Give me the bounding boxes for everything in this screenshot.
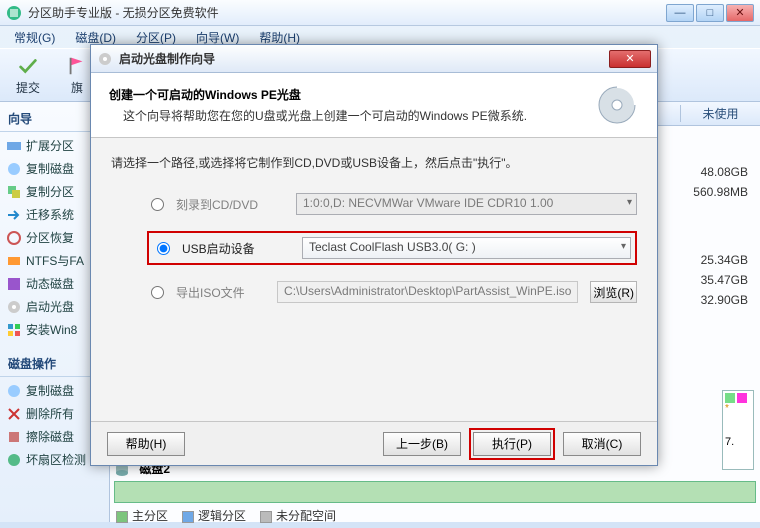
sidebar-item-label: NTFS与FA — [26, 252, 84, 269]
sidebar-item-label: 坏扇区检测 — [26, 451, 86, 468]
radio-iso[interactable] — [151, 286, 164, 299]
maximize-button[interactable]: □ — [696, 4, 724, 22]
legend-unalloc: 未分配空间 — [276, 509, 336, 523]
radio-burn[interactable] — [151, 198, 164, 211]
radio-usb[interactable] — [157, 242, 170, 255]
sidebar-item-label: 安装Win8 — [26, 321, 77, 338]
back-button[interactable]: 上一步(B) — [383, 432, 461, 456]
legend-primary: 主分区 — [132, 509, 168, 523]
option-iso-row: 导出ISO文件 C:\Users\Administrator\Desktop\P… — [111, 281, 637, 303]
sidebar-item-label: 动态磁盘 — [26, 275, 74, 292]
burn-combo[interactable]: 1:0:0,D: NECVMWar VMware IDE CDR10 1.00 … — [296, 193, 637, 215]
copy-part-icon — [6, 184, 22, 200]
radio-burn-label: 刻录到CD/DVD — [176, 196, 284, 213]
main-window: 分区助手专业版 - 无损分区免费软件 — □ ✕ 常规(G) 磁盘(D) 分区(… — [0, 0, 760, 522]
legend-logical-swatch — [182, 511, 194, 523]
wizard-heading: 创建一个可启动的Windows PE光盘 — [109, 86, 585, 103]
sidebar-item-label: 迁移系统 — [26, 206, 74, 223]
chevron-down-icon: ▾ — [621, 241, 626, 252]
app-icon — [6, 5, 22, 21]
sidebar-item-label: 复制分区 — [26, 183, 74, 200]
wizard-title-text: 启动光盘制作向导 — [119, 50, 609, 67]
help-label: 帮助(H) — [126, 435, 167, 452]
execute-button[interactable]: 执行(P) — [473, 432, 551, 456]
wizard-dialog: 启动光盘制作向导 ✕ 创建一个可启动的Windows PE光盘 这个向导将帮助您… — [90, 44, 658, 466]
copy-disk-icon — [6, 383, 22, 399]
help-button[interactable]: 帮助(H) — [107, 432, 185, 456]
wizard-header: 创建一个可启动的Windows PE光盘 这个向导将帮助您在您的U盘或光盘上创建… — [91, 73, 657, 138]
burn-combo-value: 1:0:0,D: NECVMWar VMware IDE CDR10 1.00 — [303, 196, 553, 210]
cancel-label: 取消(C) — [582, 435, 623, 452]
wizard-subheading: 这个向导将帮助您在您的U盘或光盘上创建一个可启动的Windows PE微系统. — [123, 107, 585, 124]
wizard-footer: 帮助(H) 上一步(B) 执行(P) 取消(C) — [91, 421, 657, 465]
option-burn-row: 刻录到CD/DVD 1:0:0,D: NECVMWar VMware IDE C… — [111, 193, 637, 215]
radio-iso-label: 导出ISO文件 — [176, 284, 265, 301]
radio-usb-label: USB启动设备 — [182, 240, 290, 257]
menu-general[interactable]: 常规(G) — [6, 27, 63, 48]
sidebar-item-label: 删除所有 — [26, 405, 74, 422]
checkmark-icon — [17, 55, 39, 77]
execute-label: 执行(P) — [492, 435, 532, 452]
sidebar-item-label: 复制磁盘 — [26, 160, 74, 177]
legend-logical: 逻辑分区 — [198, 509, 246, 523]
option-usb-row: USB启动设备 Teclast CoolFlash USB3.0( G: ) ▾ — [153, 237, 631, 259]
sidebar-item-label: 启动光盘 — [26, 298, 74, 315]
usb-highlight-box: USB启动设备 Teclast CoolFlash USB3.0( G: ) ▾ — [147, 231, 637, 265]
wizard-body: 请选择一个路径,或选择将它制作到CD,DVD或USB设备上，然后点击"执行"。 … — [91, 138, 657, 329]
cancel-button[interactable]: 取消(C) — [563, 432, 641, 456]
migrate-icon — [6, 207, 22, 223]
win-icon — [6, 322, 22, 338]
legend-row: 主分区 逻辑分区 未分配空间 — [114, 503, 756, 528]
extend-icon — [6, 138, 22, 154]
chevron-down-icon: ▾ — [627, 197, 632, 208]
tile-val: 7. — [725, 436, 751, 448]
usb-combo-value: Teclast CoolFlash USB3.0( G: ) — [309, 240, 476, 254]
sidebar-item-label: 扩展分区 — [26, 137, 74, 154]
tile-star: * — [725, 403, 751, 414]
wizard-icon — [97, 51, 113, 67]
wizard-close-button[interactable]: ✕ — [609, 50, 651, 68]
cd-large-icon — [595, 83, 639, 127]
legend-unalloc-swatch — [260, 511, 272, 523]
instruction-text: 请选择一个路径,或选择将它制作到CD,DVD或USB设备上，然后点击"执行"。 — [111, 154, 637, 171]
ntfs-icon — [6, 253, 22, 269]
browse-label: 浏览(R) — [593, 284, 634, 301]
cd-icon — [6, 299, 22, 315]
sidebar-item-label: 复制磁盘 — [26, 382, 74, 399]
disk-bar: 磁盘2 主分区 逻辑分区 未分配空间 — [114, 458, 756, 518]
delete-icon — [6, 406, 22, 422]
close-button[interactable]: ✕ — [726, 4, 754, 22]
copy-disk-icon — [6, 161, 22, 177]
titlebar: 分区助手专业版 - 无损分区免费软件 — □ ✕ — [0, 0, 760, 26]
window-title: 分区助手专业版 - 无损分区免费软件 — [28, 4, 666, 21]
recover-icon — [6, 230, 22, 246]
toolbar-other-label: 旗 — [71, 79, 83, 96]
col-unused: 未使用 — [680, 105, 760, 122]
wipe-icon — [6, 429, 22, 445]
submit-button[interactable]: 提交 — [8, 51, 48, 100]
submit-label: 提交 — [16, 79, 40, 96]
window-controls: — □ ✕ — [666, 4, 754, 22]
disk-strip[interactable] — [114, 481, 756, 503]
legend-primary-swatch — [116, 511, 128, 523]
sidebar-item-label: 分区恢复 — [26, 229, 74, 246]
sidebar-item-label: 擦除磁盘 — [26, 428, 74, 445]
dynamic-icon — [6, 276, 22, 292]
minimize-button[interactable]: — — [666, 4, 694, 22]
iso-path-input[interactable]: C:\Users\Administrator\Desktop\PartAssis… — [277, 281, 578, 303]
browse-button[interactable]: 浏览(R) — [590, 281, 637, 303]
badsector-icon — [6, 452, 22, 468]
usb-combo[interactable]: Teclast CoolFlash USB3.0( G: ) ▾ — [302, 237, 631, 259]
wizard-titlebar: 启动光盘制作向导 ✕ — [91, 45, 657, 73]
back-label: 上一步(B) — [396, 435, 448, 452]
flag-icon — [66, 55, 88, 77]
